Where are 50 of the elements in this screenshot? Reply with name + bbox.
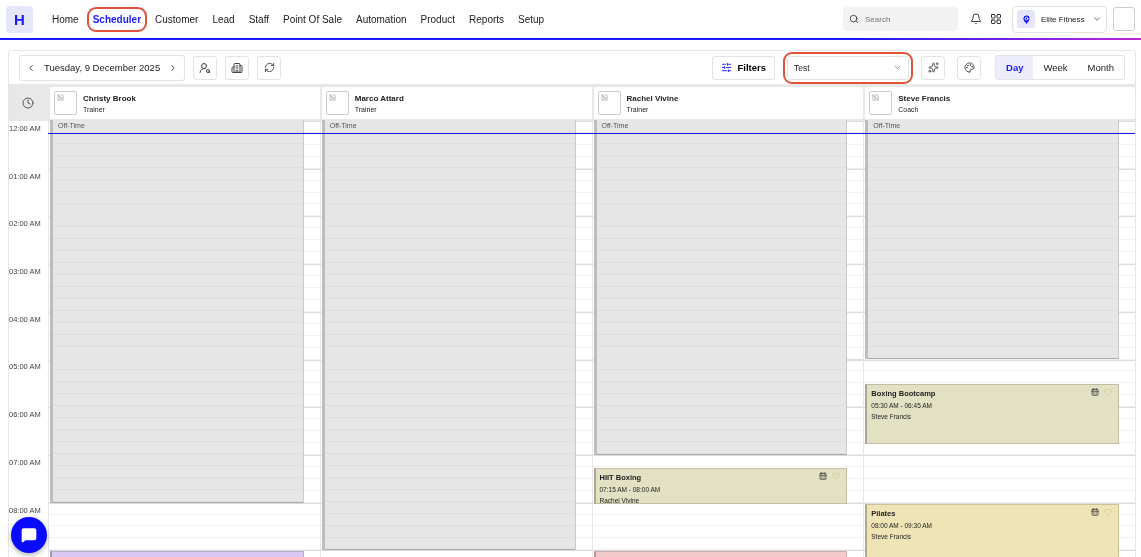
broken-image-icon [600, 94, 608, 101]
apps-icon[interactable] [990, 13, 1002, 25]
nav-link[interactable]: Point Of Sale [277, 6, 348, 32]
calendar-icon[interactable] [819, 471, 828, 480]
calendar-icon[interactable] [1091, 388, 1100, 397]
broken-image-icon [328, 94, 336, 101]
filters-button[interactable]: Filters [711, 55, 776, 80]
chat-button[interactable] [11, 517, 47, 553]
nav-link[interactable]: Product [414, 6, 462, 32]
staff-name: Christy Brook [82, 93, 136, 103]
location-select[interactable]: Elite Fitness [1012, 5, 1107, 33]
filter-select[interactable]: Test [787, 55, 910, 80]
broken-image-icon [56, 94, 64, 101]
pin-icon [1020, 13, 1032, 25]
nav-link[interactable]: Setup [512, 6, 551, 32]
sparkle-button[interactable] [921, 55, 946, 80]
broken-image-icon [872, 94, 880, 101]
nav-link[interactable]: Scheduler [86, 6, 148, 32]
nav-link[interactable]: Customer [149, 6, 205, 32]
calendar-icon[interactable] [1091, 507, 1100, 516]
chat-icon [21, 527, 37, 543]
user-icon [199, 61, 212, 74]
staff-name: Marco Attard [354, 93, 404, 103]
sparkle-icon [927, 62, 939, 73]
chevron-icon [1092, 14, 1102, 24]
bell-icon[interactable] [970, 13, 982, 25]
staff-name: Steve Francis [898, 93, 951, 103]
date-navigator[interactable]: Tuesday, 9 December 2025 [19, 54, 186, 81]
prev-icon[interactable] [26, 62, 36, 73]
chevron-icon [893, 63, 903, 72]
nav-link[interactable]: Reports [463, 6, 511, 32]
refresh-icon [263, 62, 275, 73]
nav-link[interactable]: Home [46, 6, 85, 32]
nav-link[interactable]: Staff [242, 6, 276, 32]
sliders-icon [720, 62, 732, 73]
search-input[interactable]: Search [863, 13, 943, 25]
search-field[interactable]: Search [843, 7, 958, 31]
staff-button[interactable] [193, 55, 218, 80]
clock-icon [22, 97, 35, 109]
search-icon [849, 14, 859, 24]
refresh-button[interactable] [257, 55, 282, 80]
logo[interactable]: H [6, 5, 33, 33]
nav-link[interactable]: Lead [206, 6, 241, 32]
staff-name: Rachel Vivine [626, 93, 679, 103]
nav-link[interactable]: Automation [349, 6, 413, 32]
building-icon [231, 61, 244, 74]
palette-icon [963, 62, 975, 73]
building-button[interactable] [225, 55, 250, 80]
view-tab[interactable]: Day [996, 56, 1034, 79]
palette-button[interactable] [957, 55, 982, 80]
